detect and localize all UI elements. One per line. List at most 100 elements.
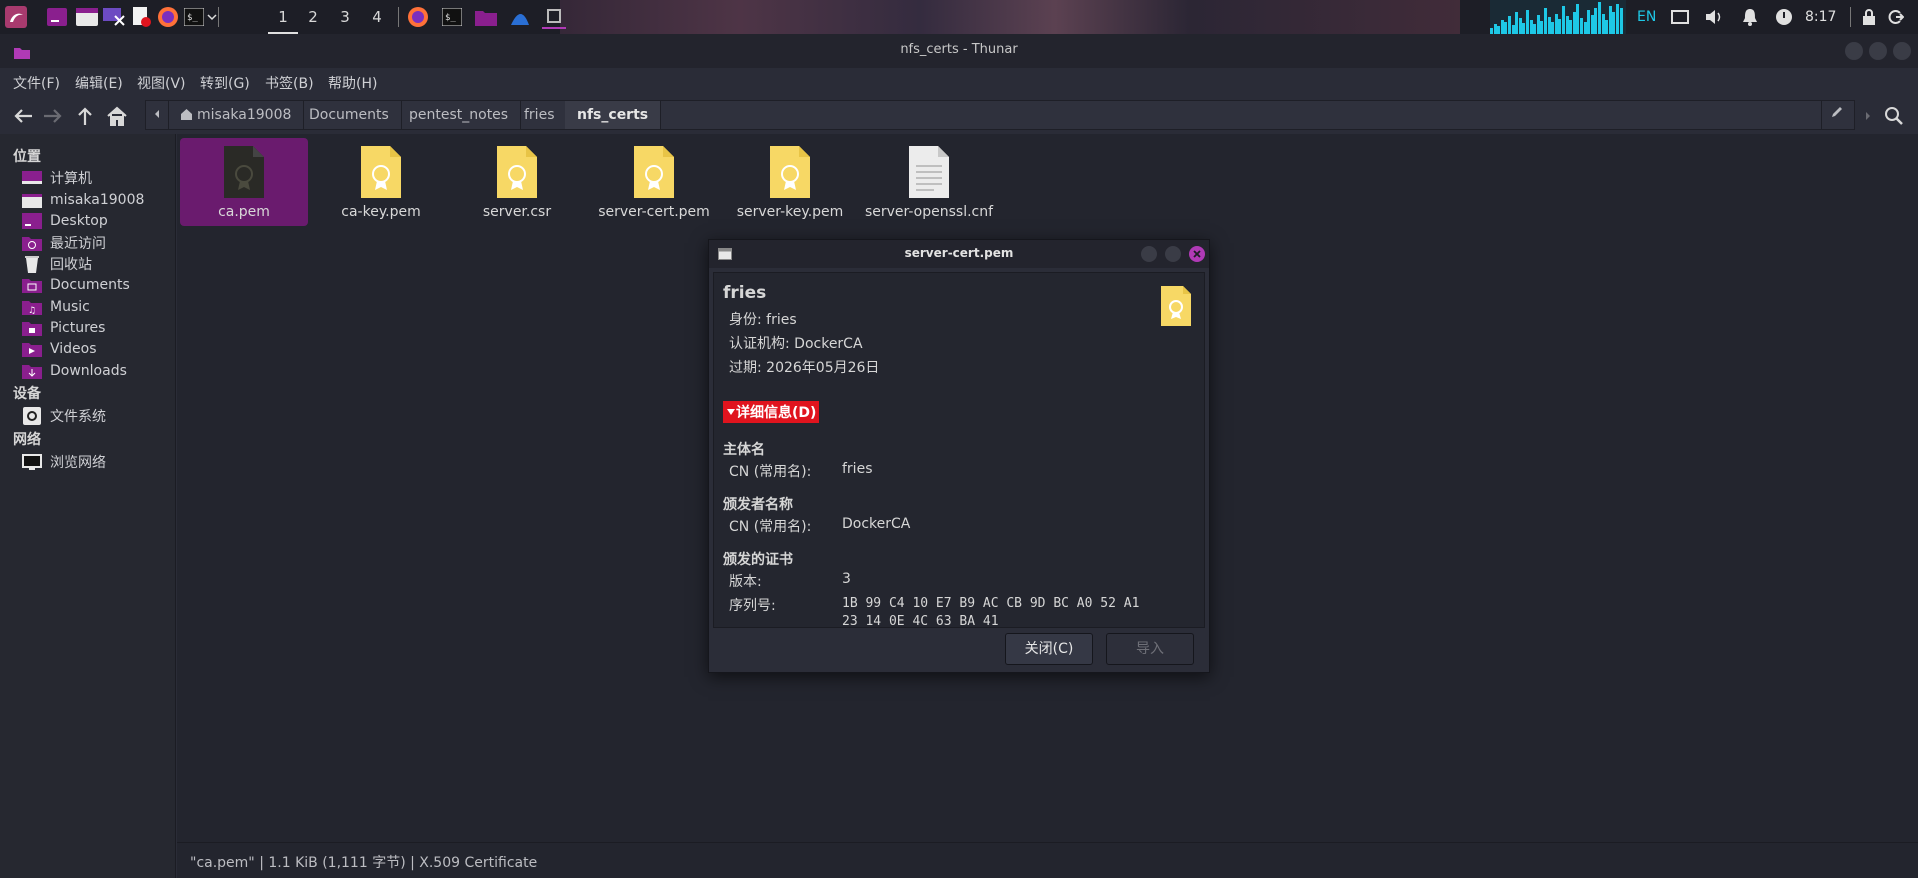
file-manager-launcher-icon[interactable] [75,5,99,29]
dialog-titlebar[interactable]: server-cert.pem [709,240,1209,268]
file-item-server-csr[interactable]: server.csr [453,138,581,226]
menu-bookmarks[interactable]: 书签(B) [265,73,314,93]
panel-separator [1850,7,1851,27]
logout-icon[interactable] [1884,5,1908,29]
certificate-identity: 身份: fries [729,312,797,328]
sidebar-item-label: misaka19008 [50,192,145,208]
keyboard-layout-indicator[interactable]: EN [1637,0,1656,34]
workspace-4[interactable]: 4 [362,0,392,34]
workspace-3[interactable]: 3 [330,0,360,34]
details-expander[interactable]: 详细信息(D) [723,401,820,423]
sidebar-item-label: 文件系统 [50,409,106,425]
sidebar-item-pictures[interactable]: Pictures [22,317,105,339]
close-button[interactable] [1893,42,1911,60]
menu-help[interactable]: 帮助(H) [328,73,377,93]
volume-icon[interactable] [1702,5,1726,29]
file-item-ca-pem[interactable]: ca.pem [180,138,308,226]
crumb-fries[interactable]: fries [512,101,568,129]
sidebar-item-videos[interactable]: Videos [22,338,97,360]
cpu-graph-bar [1547,17,1551,34]
sidebar-item-filesystem[interactable]: 文件系统 [22,405,106,427]
file-item-ca-key-pem[interactable]: ca-key.pem [317,138,445,226]
workspace-2[interactable]: 2 [298,0,328,34]
sidebar-header-places: 位置 [13,149,41,165]
serial-number-label: 序列号: [729,598,776,614]
sidebar-item-trash[interactable]: 回收站 [22,253,92,275]
menu-edit[interactable]: 编辑(E) [75,73,123,93]
sidebar-item-label: 回收站 [50,257,92,273]
import-button[interactable]: 导入 [1106,633,1194,665]
power-manager-icon[interactable] [1772,5,1796,29]
search-icon [1885,107,1903,125]
crumb-documents[interactable]: Documents [297,101,402,129]
file-name: server-cert.pem [598,204,710,220]
edit-path-button[interactable] [1821,101,1852,129]
serial-number-line-2: 23 14 0E 4C 63 BA 41 [842,614,999,628]
window-titlebar[interactable]: nfs_certs - Thunar [0,34,1918,68]
dialog-close-button[interactable] [1189,246,1205,262]
dialog-maximize-button[interactable] [1165,246,1181,262]
top-panel: $_ 1 2 3 4 $_ EN 8:17 [0,0,1918,34]
sidebar-item-recent[interactable]: 最近访问 [22,232,106,254]
status-bar: "ca.pem" | 1.1 KiB (1,111 字节) | X.509 Ce… [177,842,1918,878]
crumb-pentest-notes[interactable]: pentest_notes [397,101,522,129]
certificate-icon [494,144,540,200]
minimize-button[interactable] [1845,42,1863,60]
certificate-icon [221,144,267,200]
menu-file[interactable]: 文件(F) [13,73,60,93]
svg-text:$_: $_ [445,13,456,23]
sidebar-item-desktop[interactable]: Desktop [22,210,108,232]
up-button[interactable] [71,102,99,130]
folder-task-icon[interactable] [474,5,498,29]
display-icon[interactable] [1668,5,1692,29]
desktop-folder-icon [22,212,42,230]
terminal-task-icon[interactable]: $_ [440,5,464,29]
wireshark-task-icon[interactable] [508,5,532,29]
panel-wallpaper [560,0,1460,34]
dialog-minimize-button[interactable] [1141,246,1157,262]
forward-button[interactable] [39,102,67,130]
sidebar-item-documents[interactable]: Documents [22,274,130,296]
firefox-task-icon[interactable] [406,5,430,29]
cpu-graph-bar [1572,12,1576,34]
terminal-icon[interactable]: $_ [182,5,206,29]
window-task-icon[interactable] [542,5,566,29]
terminal-launcher-icon[interactable] [45,5,69,29]
menu-view[interactable]: 视图(V) [137,73,186,93]
cpu-graph-bar [1526,10,1529,34]
kali-menu-icon[interactable] [4,5,28,29]
path-scroll-right-button[interactable] [1854,102,1882,130]
back-button[interactable] [9,102,37,130]
firefox-launcher-icon[interactable] [156,5,180,29]
path-bar: misaka19008 Documents pentest_notes frie… [145,100,1855,130]
sidebar-item-downloads[interactable]: Downloads [22,360,127,382]
sidebar-item-music[interactable]: ♫ Music [22,296,90,318]
sidebar-item-home[interactable]: misaka19008 [22,189,144,211]
file-item-server-openssl-cnf[interactable]: server-openssl.cnf [859,138,999,226]
clock[interactable]: 8:17 [1805,0,1836,34]
workspace-1[interactable]: 1 [268,0,298,34]
menu-go[interactable]: 转到(G) [200,73,250,93]
certificate-details-pane[interactable]: fries 身份: fries 认证机构: DockerCA 过期: 2026年… [713,272,1205,628]
file-item-server-key-pem[interactable]: server-key.pem [726,138,854,226]
cpu-graph-bar [1612,12,1616,34]
sidebar-item-computer[interactable]: 计算机 [22,167,92,189]
screen-tool-icon[interactable] [102,5,126,29]
music-folder-icon: ♫ [22,298,42,316]
path-scroll-left-button[interactable] [146,101,169,129]
crumb-nfs-certs[interactable]: nfs_certs [565,101,662,129]
close-dialog-button[interactable]: 关闭(C) [1005,633,1093,665]
lock-icon[interactable] [1857,5,1881,29]
file-item-server-cert-pem[interactable]: server-cert.pem [590,138,718,226]
crumb-home[interactable]: misaka19008 [168,101,305,129]
notification-bell-icon[interactable] [1738,5,1762,29]
text-editor-launcher-icon[interactable] [130,5,154,29]
home-button[interactable] [103,102,131,130]
cpu-graph [1490,0,1626,34]
sidebar-item-browse-network[interactable]: 浏览网络 [22,451,106,473]
search-button[interactable] [1880,102,1908,130]
maximize-button[interactable] [1869,42,1887,60]
dialog-title: server-cert.pem [904,246,1014,260]
cpu-graph-bar [1576,4,1580,34]
details-expander-label: 详细信息(D) [736,405,817,421]
